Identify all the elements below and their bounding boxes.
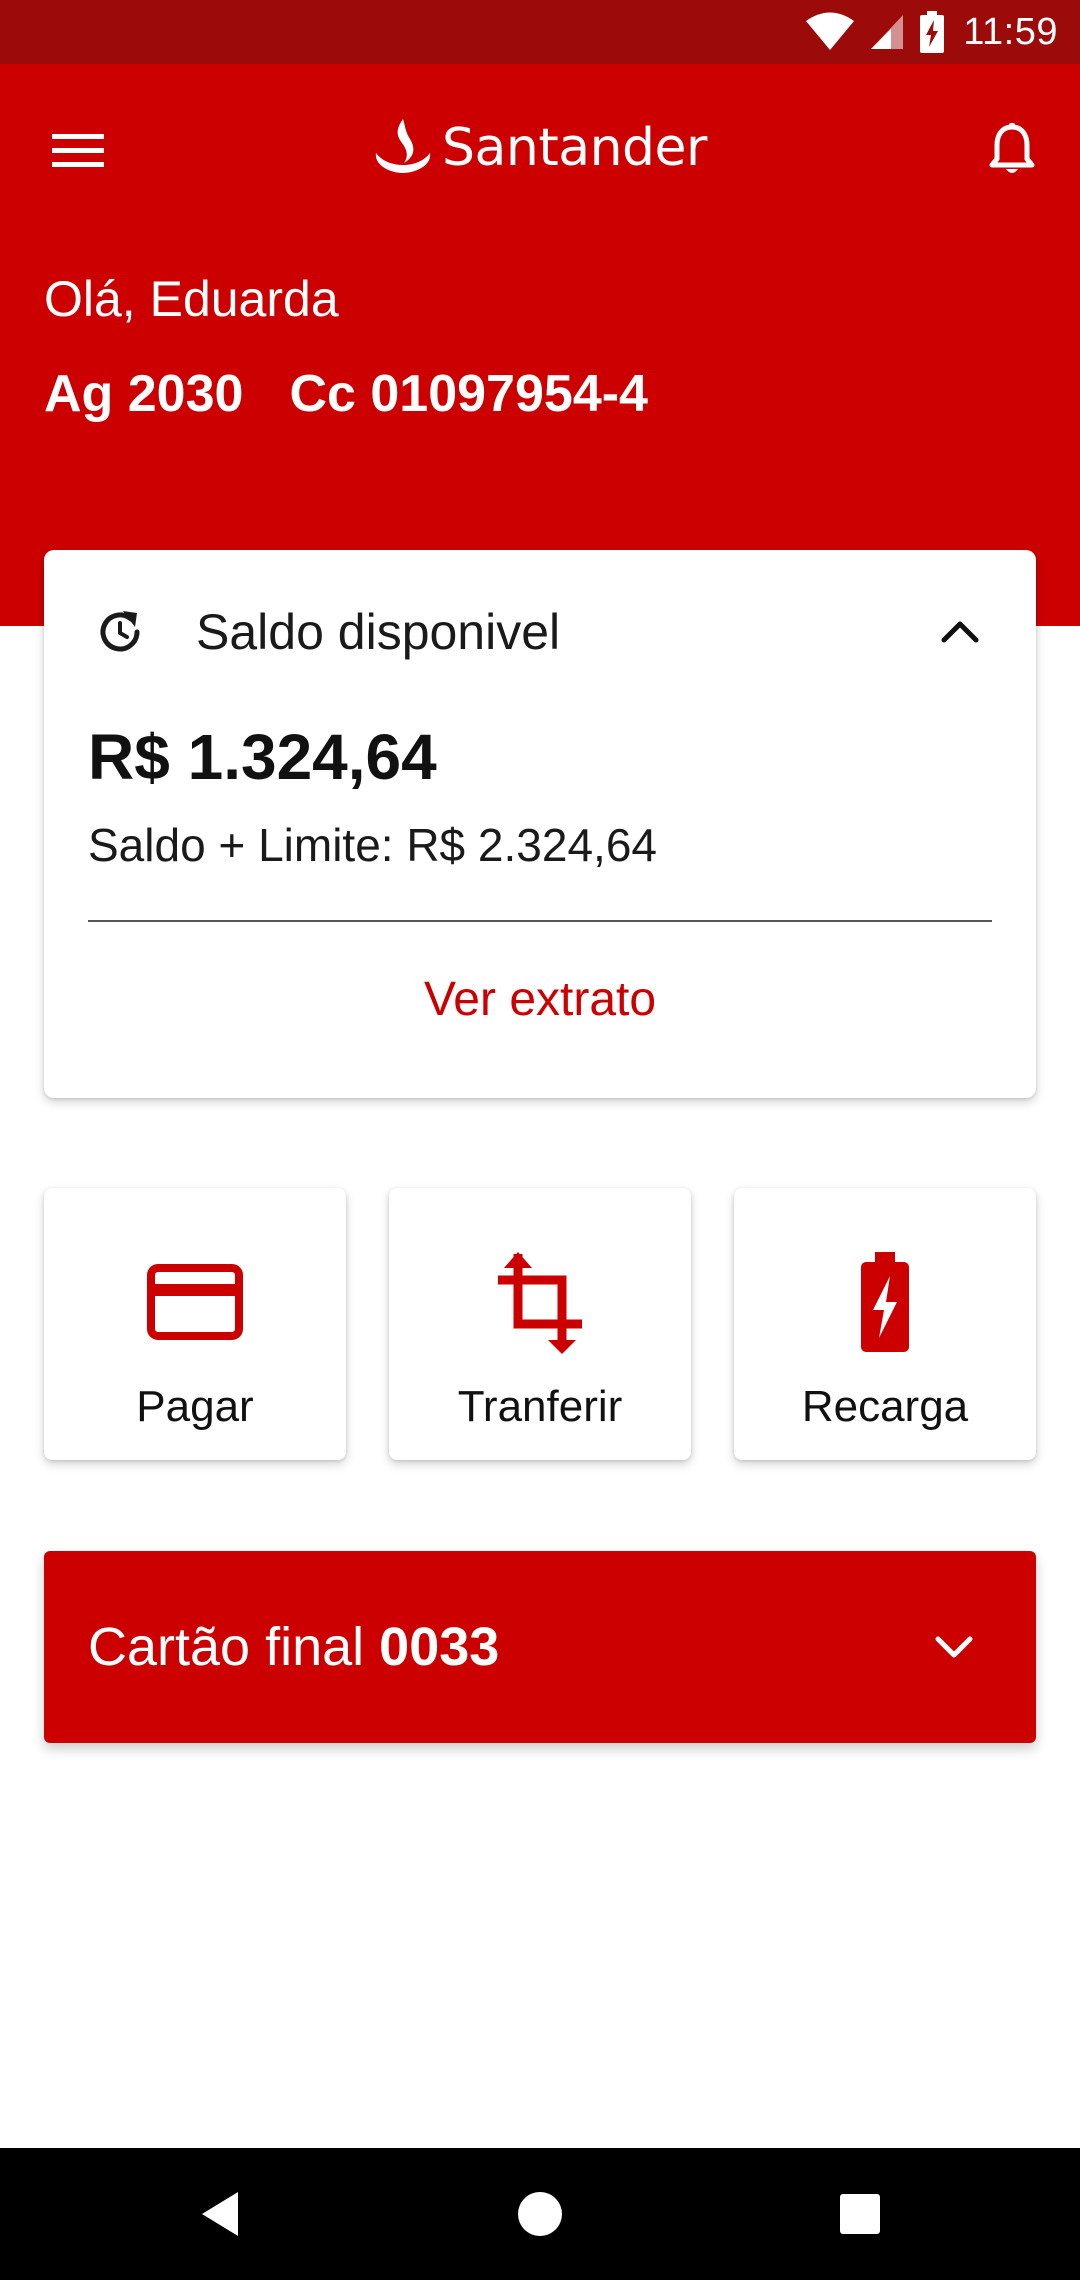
home-icon[interactable] bbox=[504, 2178, 576, 2250]
available-balance: R$ 1.324,64 bbox=[88, 721, 437, 793]
greeting: Olá, Eduarda bbox=[44, 271, 339, 327]
transfer-label: Tranferir bbox=[457, 1382, 623, 1431]
brand-name: Santander bbox=[442, 118, 707, 178]
card-selector[interactable]: Cartão final 0033 bbox=[44, 1551, 1036, 1743]
balance-plus-limit: Saldo + Limite: R$ 2.324,64 bbox=[88, 819, 657, 871]
balance-card: Saldo disponivel R$ 1.324,64 Saldo + Lim… bbox=[44, 550, 1036, 1098]
menu-icon bbox=[52, 132, 104, 173]
status-time: 11:59 bbox=[963, 10, 1058, 53]
credit-card-icon bbox=[147, 1250, 243, 1354]
quick-actions: Pagar Tranferir Recarga bbox=[44, 1188, 1036, 1460]
chevron-down-icon[interactable] bbox=[922, 1615, 986, 1679]
brand-logo: Santander bbox=[372, 108, 707, 188]
card-selector-label: Cartão final 0033 bbox=[88, 1616, 499, 1678]
recents-icon[interactable] bbox=[824, 2178, 896, 2250]
notification-bell-icon bbox=[989, 122, 1035, 182]
battery-charging-icon bbox=[919, 11, 945, 53]
divider bbox=[88, 920, 992, 922]
recharge-label: Recarga bbox=[801, 1382, 969, 1431]
header: Santander Olá, Eduarda Ag 2030 Cc 010979… bbox=[0, 64, 1080, 626]
menu-button[interactable] bbox=[40, 114, 116, 190]
balance-card-title: Saldo disponivel bbox=[196, 604, 561, 660]
refresh-icon[interactable] bbox=[88, 600, 152, 664]
agency-number: Ag 2030 bbox=[44, 365, 244, 423]
santander-flame-logo bbox=[372, 117, 434, 180]
navigation-bar bbox=[0, 2148, 1080, 2280]
back-icon[interactable] bbox=[184, 2178, 256, 2250]
view-statement-link[interactable]: Ver extrato bbox=[44, 972, 1036, 1027]
pay-label: Pagar bbox=[136, 1382, 254, 1431]
battery-recharge-icon bbox=[857, 1250, 913, 1354]
account-info: Ag 2030 Cc 01097954-4 bbox=[44, 364, 648, 424]
pay-button[interactable]: Pagar bbox=[44, 1188, 346, 1460]
transfer-arrows-icon bbox=[492, 1250, 588, 1354]
card-prefix: Cartão final bbox=[88, 1617, 365, 1677]
status-bar: 11:59 bbox=[0, 0, 1080, 64]
cellular-signal-icon bbox=[869, 13, 905, 51]
balance-card-header: Saldo disponivel bbox=[88, 592, 992, 672]
transfer-button[interactable]: Tranferir bbox=[389, 1188, 691, 1460]
chevron-up-icon[interactable] bbox=[928, 600, 992, 664]
account-number: Cc 01097954-4 bbox=[289, 365, 648, 423]
wifi-icon bbox=[805, 12, 855, 52]
recharge-button[interactable]: Recarga bbox=[734, 1188, 1036, 1460]
notifications-button[interactable] bbox=[974, 114, 1050, 190]
card-last-digits: 0033 bbox=[379, 1617, 500, 1677]
